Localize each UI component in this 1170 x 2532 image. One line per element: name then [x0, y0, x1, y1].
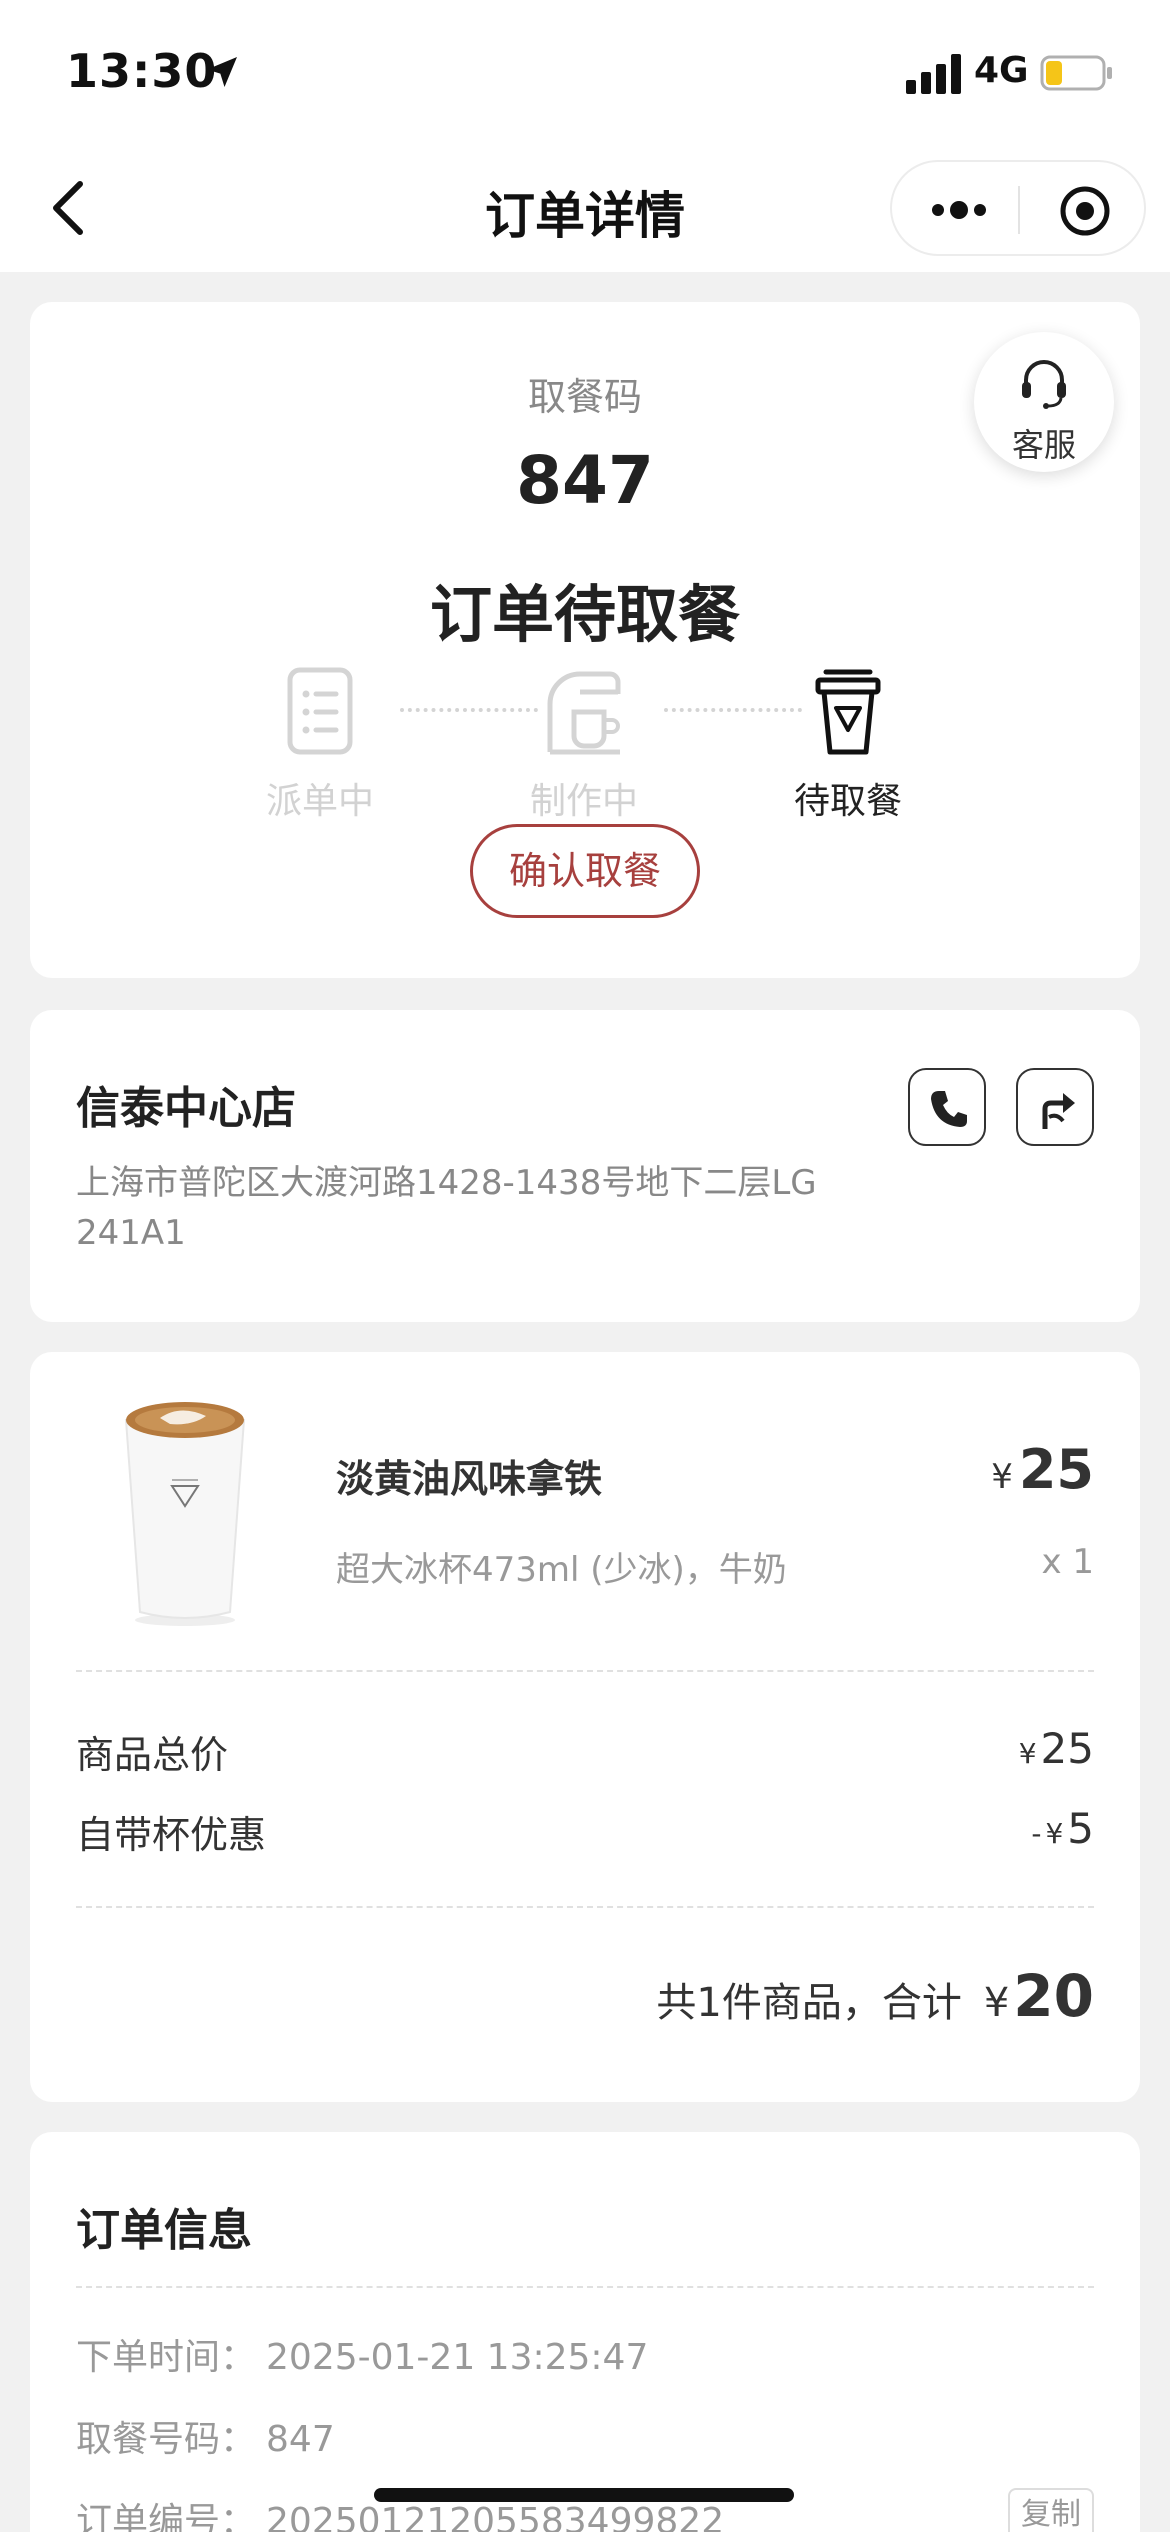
subtotal-label: 商品总价	[76, 1733, 229, 1777]
mini-program-capsule	[890, 160, 1146, 256]
store-navigation-button[interactable]	[1016, 1068, 1094, 1146]
info-value: 847	[266, 2419, 335, 2460]
close-mini-program-icon[interactable]	[1058, 184, 1112, 238]
subtotal-row: 商品总价 ¥25	[76, 1724, 1094, 1784]
divider	[76, 2286, 1094, 2288]
status-bar: 13:30 4G	[0, 0, 1170, 150]
subtotal-value: ¥25	[1019, 1724, 1094, 1773]
info-value: 20250121205583499822	[266, 2501, 725, 2532]
pickup-number-row: 取餐号码： 847	[76, 2410, 1094, 2470]
pickup-card: 取餐码 847 订单待取餐 客服 派单中 制作中 待取餐 确认取餐	[30, 302, 1140, 978]
network-label: 4G	[974, 50, 1029, 91]
order-items-card: 淡黄油风味拿铁 ¥25 超大冰杯473ml (少冰)，牛奶 x 1 商品总价 ¥…	[30, 1352, 1140, 2102]
total-label: 共1件商品，合计	[656, 1980, 962, 2026]
headset-icon	[1022, 360, 1066, 409]
coffee-machine-icon	[547, 671, 621, 755]
confirm-pickup-button[interactable]: 确认取餐	[470, 824, 700, 918]
total-row: 共1件商品，合计 ¥20	[656, 1962, 1094, 2042]
battery-icon	[1040, 55, 1112, 91]
divider	[76, 1670, 1094, 1672]
order-status: 订单待取餐	[429, 578, 740, 651]
route-icon	[1042, 1093, 1075, 1129]
cup-icon	[815, 669, 881, 755]
amount: 25	[1040, 1724, 1094, 1773]
signal-icon	[906, 54, 961, 94]
discount-label: 自带杯优惠	[76, 1813, 267, 1857]
currency-symbol: ¥	[991, 1457, 1013, 1497]
store-card: 信泰中心店 上海市普陀区大渡河路1428-1438号地下二层LG 241A1	[30, 1010, 1140, 1322]
step-label: 派单中	[265, 781, 374, 822]
product-spec: 超大冰杯473ml (少冰)，牛奶	[336, 1550, 787, 1590]
status-time: 13:30	[66, 44, 218, 98]
info-key: 下单时间：	[76, 2337, 257, 2378]
more-icon[interactable]	[928, 192, 990, 228]
order-time-row: 下单时间： 2025-01-21 13:25:47	[76, 2328, 1094, 2388]
info-key: 订单编号：	[76, 2501, 257, 2532]
store-address: 上海市普陀区大渡河路1428-1438号地下二层LG 241A1	[76, 1163, 817, 1253]
currency-symbol: ¥	[1045, 1817, 1064, 1850]
info-key: 取餐号码：	[76, 2419, 257, 2460]
step-dispatching: 派单中	[230, 664, 410, 824]
step-label: 待取餐	[793, 781, 902, 822]
discount-row: 自带杯优惠 - ¥5	[76, 1804, 1094, 1864]
step-label: 制作中	[529, 781, 638, 822]
price-value: 25	[1018, 1438, 1094, 1501]
step-ready-for-pickup: 待取餐	[758, 664, 938, 824]
info-value: 2025-01-21 13:25:47	[266, 2337, 649, 2378]
product-name: 淡黄油风味拿铁	[336, 1457, 603, 1501]
customer-service-button[interactable]: 客服	[974, 332, 1114, 472]
capsule-divider	[1018, 186, 1020, 234]
discount-value: - ¥5	[1031, 1804, 1094, 1853]
divider	[76, 1906, 1094, 1908]
order-info-card: 订单信息 下单时间： 2025-01-21 13:25:47 取餐号码： 847 订…	[30, 2132, 1140, 2532]
order-info-title: 订单信息	[76, 2205, 252, 2256]
customer-service-label: 客服	[1011, 426, 1076, 464]
location-arrow-icon	[207, 57, 237, 87]
step-making: 制作中	[494, 664, 674, 824]
store-name: 信泰中心店	[76, 1083, 296, 1134]
minus-sign: -	[1031, 1817, 1042, 1850]
nav-bar: 订单详情	[0, 150, 1170, 272]
copy-order-number-button[interactable]: 复制	[1008, 2488, 1094, 2532]
product-quantity: x 1	[1041, 1542, 1094, 1582]
phone-icon	[931, 1091, 967, 1127]
product-price: ¥25	[991, 1438, 1094, 1501]
amount: 5	[1067, 1804, 1094, 1853]
order-list-icon	[287, 667, 353, 755]
home-indicator[interactable]	[374, 2488, 794, 2502]
currency-symbol: ¥	[983, 1980, 1010, 2026]
product-image	[124, 1402, 246, 1626]
call-store-button[interactable]	[908, 1068, 986, 1146]
total-value: 20	[1013, 1962, 1094, 2030]
currency-symbol: ¥	[1018, 1737, 1037, 1770]
